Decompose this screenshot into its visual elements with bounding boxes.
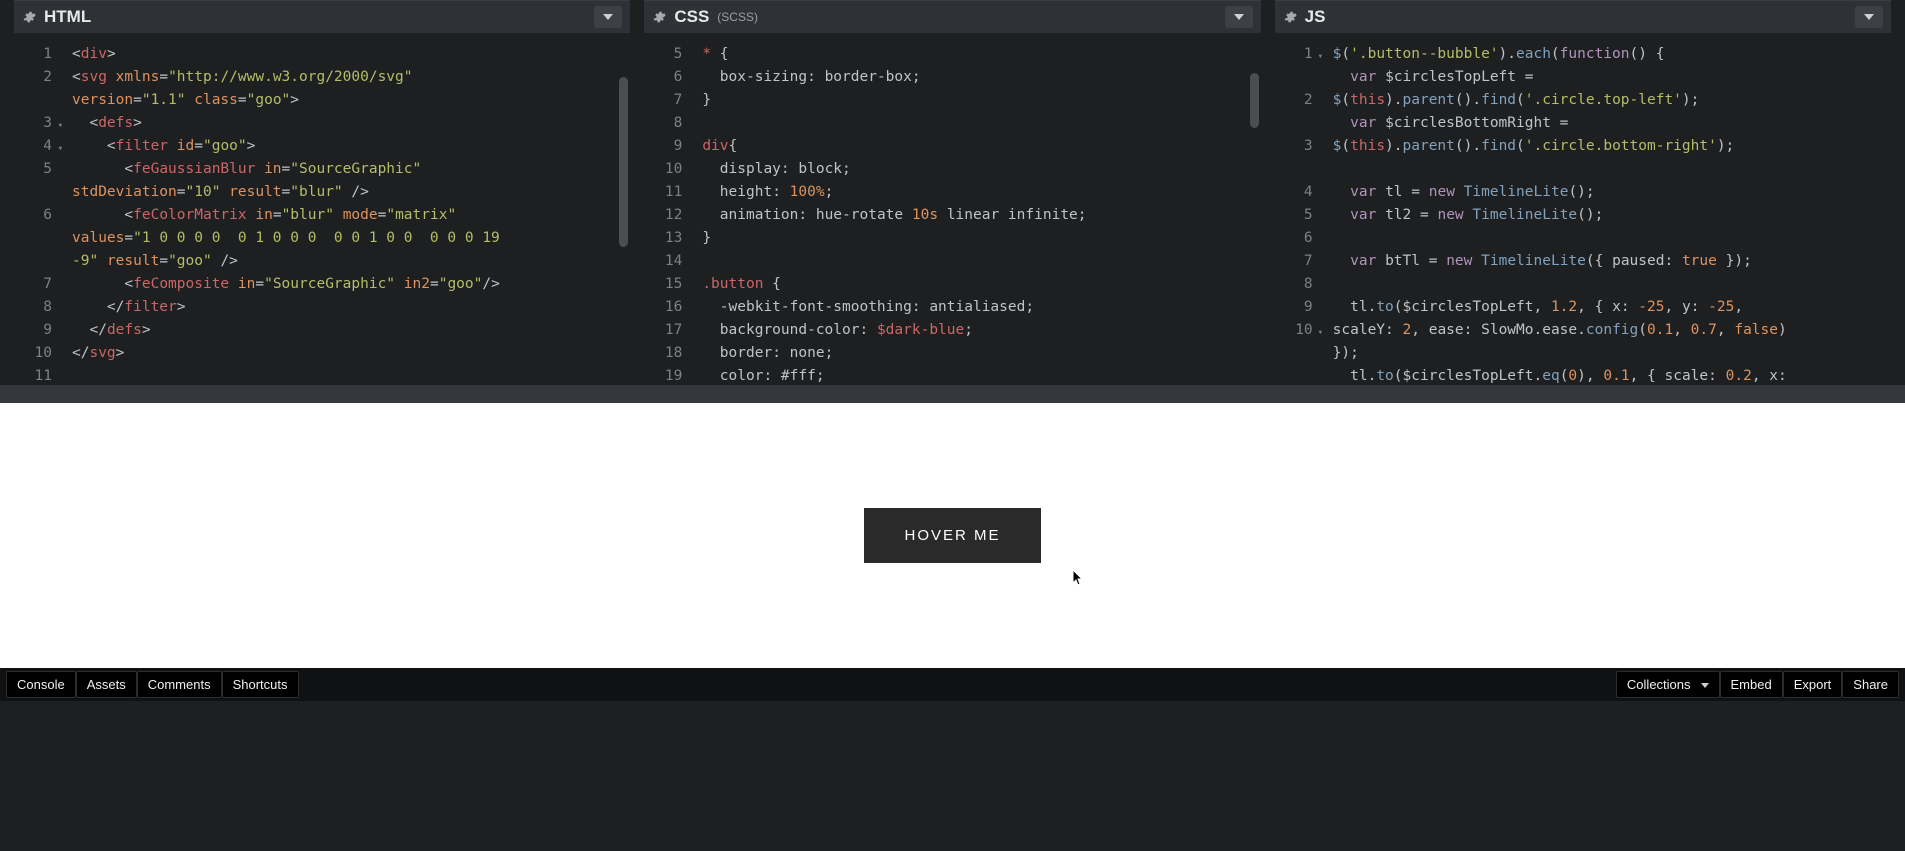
gutter: 1234567891011 bbox=[1275, 33, 1319, 385]
panel-title: HTML bbox=[44, 7, 91, 27]
console-button[interactable]: Console bbox=[6, 671, 76, 698]
panel-header-css: CSS (SCSS) bbox=[644, 0, 1260, 33]
scrollbar-vertical[interactable] bbox=[1250, 73, 1259, 128]
code-area[interactable]: * { box-sizing: border-box;}div{ display… bbox=[688, 33, 1260, 385]
editor-panels: HTML 1234567891011 <div><svg xmlns="http… bbox=[0, 0, 1905, 385]
panel-js: JS 1234567891011 $('.button--bubble').ea… bbox=[1275, 0, 1891, 385]
gear-icon[interactable] bbox=[652, 10, 666, 24]
assets-button[interactable]: Assets bbox=[76, 671, 137, 698]
code-area[interactable]: <div><svg xmlns="http://www.w3.org/2000/… bbox=[58, 33, 630, 385]
editor-css[interactable]: 5678910111213141516171819 * { box-sizing… bbox=[644, 33, 1260, 385]
embed-button[interactable]: Embed bbox=[1720, 671, 1783, 698]
panel-title: JS bbox=[1305, 7, 1326, 27]
panel-css: CSS (SCSS) 5678910111213141516171819 * {… bbox=[644, 0, 1260, 385]
gear-icon[interactable] bbox=[22, 10, 36, 24]
cursor-icon bbox=[1072, 569, 1084, 587]
export-button[interactable]: Export bbox=[1783, 671, 1843, 698]
gutter: 1234567891011 bbox=[14, 33, 58, 385]
code-area[interactable]: $('.button--bubble').each(function() { v… bbox=[1319, 33, 1891, 385]
comments-button[interactable]: Comments bbox=[137, 671, 222, 698]
bottom-toolbar: ConsoleAssetsCommentsShortcuts Collectio… bbox=[0, 668, 1905, 701]
share-button[interactable]: Share bbox=[1842, 671, 1899, 698]
editor-js[interactable]: 1234567891011 $('.button--bubble').each(… bbox=[1275, 33, 1891, 385]
panel-title: CSS bbox=[674, 7, 709, 27]
chevron-down-icon[interactable] bbox=[594, 6, 622, 28]
collections-button[interactable]: Collections bbox=[1616, 671, 1720, 698]
chevron-down-icon[interactable] bbox=[1225, 6, 1253, 28]
panel-subtitle: (SCSS) bbox=[717, 10, 758, 24]
panel-divider[interactable] bbox=[0, 385, 1905, 403]
hover-me-button[interactable]: HOVER ME bbox=[864, 508, 1040, 563]
gutter: 5678910111213141516171819 bbox=[644, 33, 688, 385]
gear-icon[interactable] bbox=[1283, 10, 1297, 24]
editor-html[interactable]: 1234567891011 <div><svg xmlns="http://ww… bbox=[14, 33, 630, 385]
shortcuts-button[interactable]: Shortcuts bbox=[222, 671, 299, 698]
preview-pane: HOVER ME bbox=[0, 403, 1905, 668]
panel-header-html: HTML bbox=[14, 0, 630, 33]
panel-html: HTML 1234567891011 <div><svg xmlns="http… bbox=[14, 0, 630, 385]
scrollbar-vertical[interactable] bbox=[619, 77, 628, 247]
chevron-down-icon[interactable] bbox=[1855, 6, 1883, 28]
panel-header-js: JS bbox=[1275, 0, 1891, 33]
